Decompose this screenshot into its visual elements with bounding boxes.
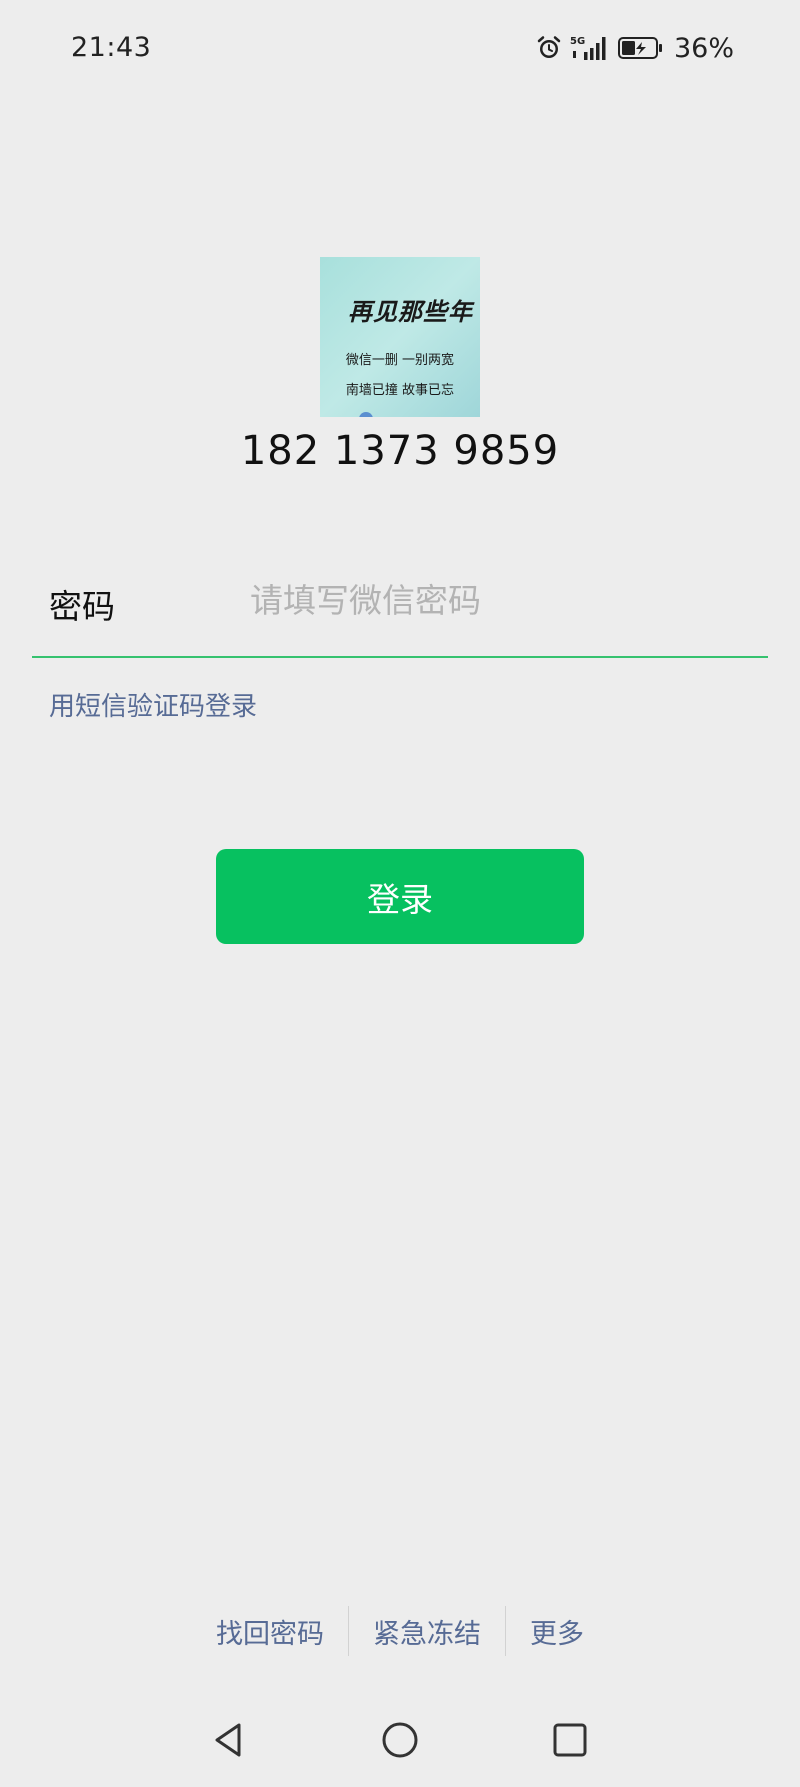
home-circle-icon [382, 1722, 418, 1758]
recent-square-icon [553, 1723, 587, 1757]
more-link[interactable]: 更多 [506, 1612, 608, 1651]
alarm-icon [536, 35, 562, 61]
emergency-freeze-link[interactable]: 紧急冻结 [349, 1612, 505, 1651]
back-button[interactable] [199, 1710, 259, 1770]
sms-login-link[interactable]: 用短信验证码登录 [49, 686, 257, 723]
avatar-decoration [359, 412, 373, 417]
battery-icon [617, 36, 664, 60]
avatar-text-line-2: 南墙已撞 故事已忘 [345, 383, 455, 398]
battery-percent: 36% [673, 32, 734, 64]
avatar: 再见那些年 微信一删 一别两宽 南墙已撞 故事已忘 [320, 257, 480, 417]
signal-icon: 5G [570, 34, 610, 62]
status-icons: 5G 36% [536, 30, 734, 66]
bottom-links: 找回密码 紧急冻结 更多 [0, 1606, 800, 1656]
retrieve-password-link[interactable]: 找回密码 [192, 1612, 348, 1651]
back-triangle-icon [215, 1723, 241, 1757]
phone-number: 182 1373 9859 [240, 428, 560, 474]
recent-apps-button[interactable] [540, 1710, 600, 1770]
system-navigation-bar [0, 1710, 800, 1780]
avatar-calligraphy: 再见那些年 [348, 297, 473, 326]
password-underline [32, 656, 768, 658]
password-input[interactable] [250, 572, 750, 628]
password-label: 密码 [49, 587, 115, 626]
status-bar: 21:43 5G 36% [0, 0, 800, 100]
login-button[interactable]: 登录 [216, 849, 584, 944]
network-type: 5G [570, 36, 585, 47]
avatar-text-line-1: 微信一删 一别两宽 [345, 353, 455, 368]
home-button[interactable] [370, 1710, 430, 1770]
status-time: 21:43 [71, 32, 152, 63]
